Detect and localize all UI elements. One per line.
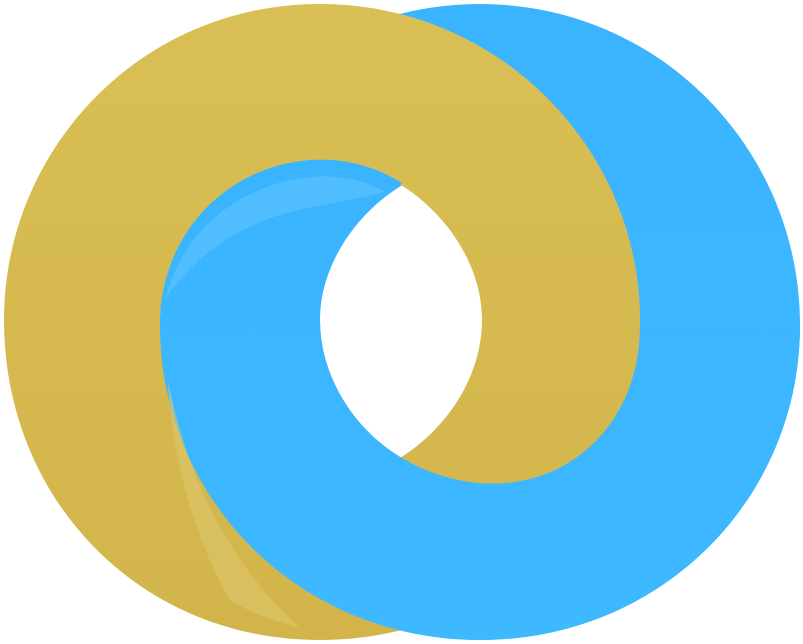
interlocking-rings-logo-icon <box>4 4 800 640</box>
logo-canvas <box>0 0 803 644</box>
